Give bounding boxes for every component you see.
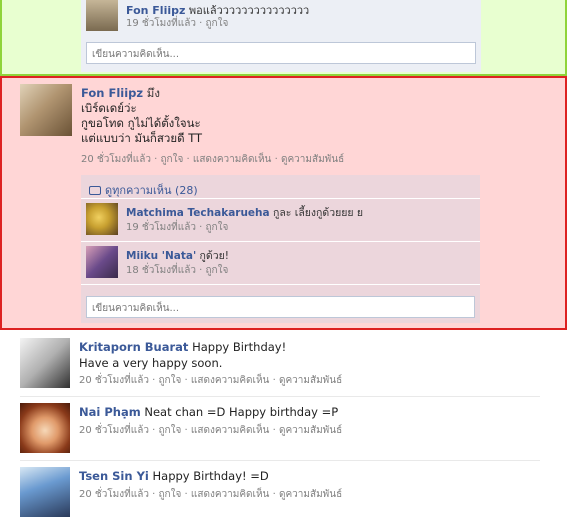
comment-item: Matchima Techakarueha กูละ เลี้ยงกูด้วยย… [81, 199, 480, 242]
post-line: กูขอโทด กูไม่ได้ตั้งใจนะ [81, 116, 201, 130]
comment-text: กูละ เลี้ยงกูด้วยยย ย [272, 207, 364, 219]
separator: · [199, 222, 203, 233]
post-line: แต่แบบว่า มันก็สวยดี TT [81, 131, 203, 145]
comment-meta: 19 ชั่วโมงที่แล้ว · ถูกใจ [126, 16, 228, 31]
post-meta: 20 ชั่วโมงที่แล้ว · ถูกใจ · แสดงความคิดเ… [79, 373, 342, 388]
like-link[interactable]: ถูกใจ [159, 425, 182, 436]
separator: · [152, 489, 156, 500]
like-link[interactable]: ถูกใจ [206, 222, 229, 233]
post-text-row: Tsen Sin Yi Happy Birthday! =D [79, 469, 269, 483]
post-time[interactable]: 20 ชั่วโมงที่แล้ว [79, 375, 149, 386]
see-friendship-link[interactable]: ดูความสัมพันธ์ [279, 425, 342, 436]
see-friendship-link[interactable]: ดูความสัมพันธ์ [279, 375, 342, 386]
divider [20, 396, 540, 397]
view-all-comments[interactable]: ดูทุกความเห็น (28) [81, 175, 480, 199]
separator: · [154, 154, 158, 165]
comment-item: Miiku 'Nata' กูด้วย! 18 ชั่วโมงที่แล้ว ·… [81, 242, 480, 285]
comment-time[interactable]: 18 ชั่วโมงที่แล้ว [126, 265, 196, 276]
author-avatar[interactable] [20, 403, 70, 453]
post-time[interactable]: 20 ชั่วโมงที่แล้ว [79, 489, 149, 500]
comment-author[interactable]: Matchima Techakarueha [126, 207, 270, 219]
post-author[interactable]: Tsen Sin Yi [79, 469, 149, 483]
divider [20, 460, 540, 461]
separator: · [199, 265, 203, 276]
comment-meta: 18 ชั่วโมงที่แล้ว · ถูกใจ [126, 263, 228, 278]
post-first-line: มึง [146, 86, 160, 100]
wall-post: Tsen Sin Yi Happy Birthday! =D 20 ชั่วโม… [0, 467, 567, 519]
post-time[interactable]: 20 ชั่วโมงที่แล้ว [79, 425, 149, 436]
post-author[interactable]: Fon Fliipz [81, 86, 143, 100]
post-text-row: Kritaporn Buarat Happy Birthday! [79, 340, 286, 354]
comment-avatar[interactable] [86, 0, 118, 31]
like-link[interactable]: ถูกใจ [206, 265, 229, 276]
comment-link[interactable]: แสดงความคิดเห็น [191, 375, 269, 386]
comment-link[interactable]: แสดงความคิดเห็น [191, 425, 269, 436]
comment-time[interactable]: 19 ชั่วโมงที่แล้ว [126, 18, 196, 29]
post-meta: 20 ชั่วโมงที่แล้ว · ถูกใจ · แสดงความคิดเ… [79, 423, 342, 438]
post-text: Neat chan =D Happy birthday =P [144, 405, 339, 419]
separator: · [274, 154, 278, 165]
like-link[interactable]: ถูกใจ [161, 154, 184, 165]
comment-avatar[interactable] [86, 246, 118, 278]
comment-time[interactable]: 19 ชั่วโมงที่แล้ว [126, 222, 196, 233]
like-link[interactable]: ถูกใจ [159, 489, 182, 500]
comment-meta: 19 ชั่วโมงที่แล้ว · ถูกใจ [126, 220, 228, 235]
separator: · [199, 18, 203, 29]
post-time[interactable]: 20 ชั่วโมงที่แล้ว [81, 154, 151, 165]
separator: · [184, 375, 188, 386]
separator: · [152, 425, 156, 436]
comment-text-row: Miiku 'Nata' กูด้วย! [126, 247, 476, 264]
author-avatar[interactable] [20, 467, 70, 517]
post-meta: 20 ชั่วโมงที่แล้ว · ถูกใจ · แสดงความคิดเ… [81, 152, 344, 167]
author-avatar[interactable] [20, 338, 70, 388]
comment-text-row: Matchima Techakarueha กูละ เลี้ยงกูด้วยย… [126, 204, 476, 221]
like-link[interactable]: ถูกใจ [159, 375, 182, 386]
comment-text: กูด้วย! [199, 250, 229, 262]
post-text: Happy Birthday! [192, 340, 287, 354]
like-link[interactable]: ถูกใจ [206, 18, 229, 29]
see-friendship-link[interactable]: ดูความสัมพันธ์ [281, 154, 344, 165]
post-author[interactable]: Kritaporn Buarat [79, 340, 188, 354]
highlighted-post-top: Fon Fliipz พอแล้ววววววววววววววว 19 ชั่วโ… [0, 0, 567, 76]
comment-box: Fon Fliipz พอแล้ววววววววววววววว 19 ชั่วโ… [81, 0, 481, 72]
post-body: เบิร์ดเดย์ว่ะ กูขอโทด กูไม่ได้ตั้งใจนะ แ… [81, 101, 551, 146]
comment-input[interactable]: เขียนความคิดเห็น... [86, 296, 475, 318]
post-text: Happy Birthday! =D [152, 469, 269, 483]
separator: · [184, 425, 188, 436]
comment-link[interactable]: แสดงความคิดเห็น [193, 154, 271, 165]
separator: · [272, 425, 276, 436]
post-line: เบิร์ดเดย์ว่ะ [81, 101, 137, 115]
wall-post: Nai Phạm Neat chan =D Happy birthday =P … [0, 403, 567, 453]
separator: · [272, 489, 276, 500]
author-avatar[interactable] [20, 84, 72, 136]
post-text-line: Have a very happy soon. [79, 356, 223, 370]
comment-input[interactable]: เขียนความคิดเห็น... [86, 42, 476, 64]
post-text-row: Nai Phạm Neat chan =D Happy birthday =P [79, 405, 338, 419]
separator: · [272, 375, 276, 386]
comment-link[interactable]: แสดงความคิดเห็น [191, 489, 269, 500]
separator: · [152, 375, 156, 386]
comment-avatar[interactable] [86, 203, 118, 235]
post-author[interactable]: Nai Phạm [79, 405, 141, 419]
see-friendship-link[interactable]: ดูความสัมพันธ์ [279, 489, 342, 500]
comment-box: ดูทุกความเห็น (28) Matchima Techakarueha… [81, 175, 480, 323]
post-header: Fon Fliipz มึง [81, 86, 551, 101]
separator: · [184, 489, 188, 500]
post-meta: 20 ชั่วโมงที่แล้ว · ถูกใจ · แสดงความคิดเ… [79, 487, 342, 502]
wall-post: Kritaporn Buarat Happy Birthday! Have a … [0, 338, 567, 388]
highlighted-post-main: Fon Fliipz มึง เบิร์ดเดย์ว่ะ กูขอโทด กูไ… [0, 76, 567, 330]
view-all-comments-label[interactable]: ดูทุกความเห็น (28) [105, 184, 198, 197]
separator: · [186, 154, 190, 165]
comment-bubble-icon [89, 186, 101, 195]
comment-author[interactable]: Miiku 'Nata' [126, 250, 196, 262]
